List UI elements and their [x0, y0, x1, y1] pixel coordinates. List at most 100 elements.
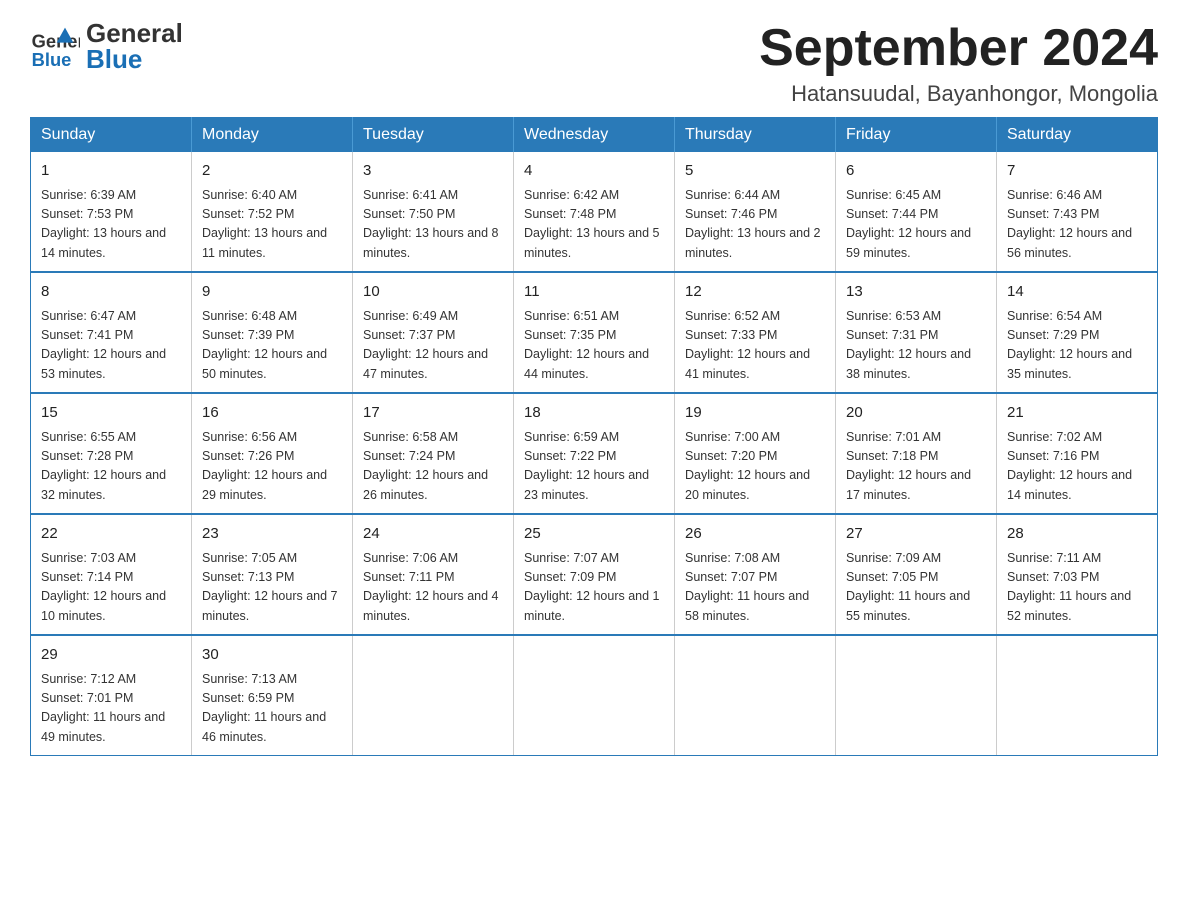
calendar-cell: 17Sunrise: 6:58 AMSunset: 7:24 PMDayligh… [353, 393, 514, 514]
day-info: Sunrise: 6:39 AMSunset: 7:53 PMDaylight:… [41, 186, 181, 264]
logo: General Blue General Blue [30, 20, 183, 72]
day-number: 5 [685, 160, 825, 183]
calendar-cell: 8Sunrise: 6:47 AMSunset: 7:41 PMDaylight… [31, 272, 192, 393]
calendar-cell: 13 Sunrise: 6:53 AMSunset: 7:31 PMDayligh… [836, 272, 997, 393]
logo-blue-text: Blue [86, 46, 183, 72]
day-info: Sunrise: 7:11 AMSunset: 7:03 PMDaylight:… [1007, 549, 1147, 627]
calendar-cell [836, 635, 997, 756]
calendar-week-row: 1 Sunrise: 6:39 AMSunset: 7:53 PMDaylight… [31, 152, 1158, 272]
calendar-cell: 12 Sunrise: 6:52 AMSunset: 7:33 PMDayligh… [675, 272, 836, 393]
day-number: 30 [202, 644, 342, 667]
calendar-cell: 20Sunrise: 7:01 AMSunset: 7:18 PMDayligh… [836, 393, 997, 514]
calendar-table: SundayMondayTuesdayWednesdayThursdayFrid… [30, 117, 1158, 756]
location-subtitle: Hatansuudal, Bayanhongor, Mongolia [759, 81, 1158, 107]
day-info: Sunrise: 6:53 AMSunset: 7:31 PMDaylight:… [846, 307, 986, 385]
day-number: 10 [363, 281, 503, 304]
calendar-cell: 9 Sunrise: 6:48 AMSunset: 7:39 PMDaylight… [192, 272, 353, 393]
column-header-thursday: Thursday [675, 118, 836, 153]
day-info: Sunrise: 6:44 AMSunset: 7:46 PMDaylight:… [685, 186, 825, 264]
day-info: Sunrise: 7:05 AMSunset: 7:13 PMDaylight:… [202, 549, 342, 627]
logo-general-text: General [86, 20, 183, 46]
day-number: 15 [41, 402, 181, 425]
calendar-week-row: 8Sunrise: 6:47 AMSunset: 7:41 PMDaylight… [31, 272, 1158, 393]
day-number: 26 [685, 523, 825, 546]
column-header-sunday: Sunday [31, 118, 192, 153]
calendar-cell: 27 Sunrise: 7:09 AMSunset: 7:05 PMDayligh… [836, 514, 997, 635]
day-info: Sunrise: 6:52 AMSunset: 7:33 PMDaylight:… [685, 307, 825, 385]
day-info: Sunrise: 7:12 AMSunset: 7:01 PMDaylight:… [41, 670, 181, 748]
day-number: 24 [363, 523, 503, 546]
day-number: 13 [846, 281, 986, 304]
day-info: Sunrise: 7:02 AMSunset: 7:16 PMDaylight:… [1007, 428, 1147, 506]
calendar-cell: 29 Sunrise: 7:12 AMSunset: 7:01 PMDayligh… [31, 635, 192, 756]
day-number: 7 [1007, 160, 1147, 183]
day-info: Sunrise: 7:00 AMSunset: 7:20 PMDaylight:… [685, 428, 825, 506]
day-number: 16 [202, 402, 342, 425]
calendar-cell [514, 635, 675, 756]
day-number: 8 [41, 281, 181, 304]
day-number: 29 [41, 644, 181, 667]
day-number: 9 [202, 281, 342, 304]
day-info: Sunrise: 7:08 AMSunset: 7:07 PMDaylight:… [685, 549, 825, 627]
calendar-cell: 7 Sunrise: 6:46 AMSunset: 7:43 PMDaylight… [997, 152, 1158, 272]
calendar-cell: 26 Sunrise: 7:08 AMSunset: 7:07 PMDayligh… [675, 514, 836, 635]
column-header-monday: Monday [192, 118, 353, 153]
month-title: September 2024 [759, 20, 1158, 77]
calendar-week-row: 22 Sunrise: 7:03 AMSunset: 7:14 PMDayligh… [31, 514, 1158, 635]
day-info: Sunrise: 7:03 AMSunset: 7:14 PMDaylight:… [41, 549, 181, 627]
day-info: Sunrise: 6:41 AMSunset: 7:50 PMDaylight:… [363, 186, 503, 264]
calendar-cell: 19Sunrise: 7:00 AMSunset: 7:20 PMDayligh… [675, 393, 836, 514]
svg-text:Blue: Blue [32, 49, 72, 70]
calendar-cell: 30 Sunrise: 7:13 AMSunset: 6:59 PMDayligh… [192, 635, 353, 756]
day-info: Sunrise: 6:40 AMSunset: 7:52 PMDaylight:… [202, 186, 342, 264]
calendar-cell: 6 Sunrise: 6:45 AMSunset: 7:44 PMDaylight… [836, 152, 997, 272]
day-info: Sunrise: 6:45 AMSunset: 7:44 PMDaylight:… [846, 186, 986, 264]
logo-text: General Blue [86, 20, 183, 72]
day-number: 1 [41, 160, 181, 183]
day-number: 22 [41, 523, 181, 546]
day-info: Sunrise: 6:59 AMSunset: 7:22 PMDaylight:… [524, 428, 664, 506]
calendar-cell: 21Sunrise: 7:02 AMSunset: 7:16 PMDayligh… [997, 393, 1158, 514]
day-info: Sunrise: 6:48 AMSunset: 7:39 PMDaylight:… [202, 307, 342, 385]
column-header-friday: Friday [836, 118, 997, 153]
day-info: Sunrise: 6:46 AMSunset: 7:43 PMDaylight:… [1007, 186, 1147, 264]
day-info: Sunrise: 6:49 AMSunset: 7:37 PMDaylight:… [363, 307, 503, 385]
day-info: Sunrise: 6:55 AMSunset: 7:28 PMDaylight:… [41, 428, 181, 506]
calendar-cell: 4 Sunrise: 6:42 AMSunset: 7:48 PMDaylight… [514, 152, 675, 272]
calendar-cell: 15 Sunrise: 6:55 AMSunset: 7:28 PMDayligh… [31, 393, 192, 514]
day-number: 23 [202, 523, 342, 546]
calendar-cell: 18Sunrise: 6:59 AMSunset: 7:22 PMDayligh… [514, 393, 675, 514]
day-info: Sunrise: 6:42 AMSunset: 7:48 PMDaylight:… [524, 186, 664, 264]
day-number: 2 [202, 160, 342, 183]
day-number: 27 [846, 523, 986, 546]
column-header-saturday: Saturday [997, 118, 1158, 153]
calendar-cell: 25Sunrise: 7:07 AMSunset: 7:09 PMDayligh… [514, 514, 675, 635]
calendar-cell: 5 Sunrise: 6:44 AMSunset: 7:46 PMDaylight… [675, 152, 836, 272]
day-number: 6 [846, 160, 986, 183]
day-info: Sunrise: 6:51 AMSunset: 7:35 PMDaylight:… [524, 307, 664, 385]
day-info: Sunrise: 7:13 AMSunset: 6:59 PMDaylight:… [202, 670, 342, 748]
day-number: 14 [1007, 281, 1147, 304]
calendar-cell [997, 635, 1158, 756]
day-number: 28 [1007, 523, 1147, 546]
day-number: 4 [524, 160, 664, 183]
day-number: 17 [363, 402, 503, 425]
calendar-cell [675, 635, 836, 756]
calendar-cell: 24Sunrise: 7:06 AMSunset: 7:11 PMDayligh… [353, 514, 514, 635]
day-info: Sunrise: 6:56 AMSunset: 7:26 PMDaylight:… [202, 428, 342, 506]
column-header-tuesday: Tuesday [353, 118, 514, 153]
day-info: Sunrise: 7:09 AMSunset: 7:05 PMDaylight:… [846, 549, 986, 627]
logo-icon: General Blue [30, 21, 80, 71]
title-area: September 2024 Hatansuudal, Bayanhongor,… [759, 20, 1158, 107]
day-number: 3 [363, 160, 503, 183]
day-info: Sunrise: 7:01 AMSunset: 7:18 PMDaylight:… [846, 428, 986, 506]
page-header: General Blue General Blue September 2024… [30, 20, 1158, 107]
day-number: 12 [685, 281, 825, 304]
calendar-cell: 3 Sunrise: 6:41 AMSunset: 7:50 PMDaylight… [353, 152, 514, 272]
calendar-cell: 14Sunrise: 6:54 AMSunset: 7:29 PMDayligh… [997, 272, 1158, 393]
column-header-wednesday: Wednesday [514, 118, 675, 153]
calendar-week-row: 29 Sunrise: 7:12 AMSunset: 7:01 PMDayligh… [31, 635, 1158, 756]
calendar-cell: 1 Sunrise: 6:39 AMSunset: 7:53 PMDaylight… [31, 152, 192, 272]
day-number: 11 [524, 281, 664, 304]
day-info: Sunrise: 7:07 AMSunset: 7:09 PMDaylight:… [524, 549, 664, 627]
